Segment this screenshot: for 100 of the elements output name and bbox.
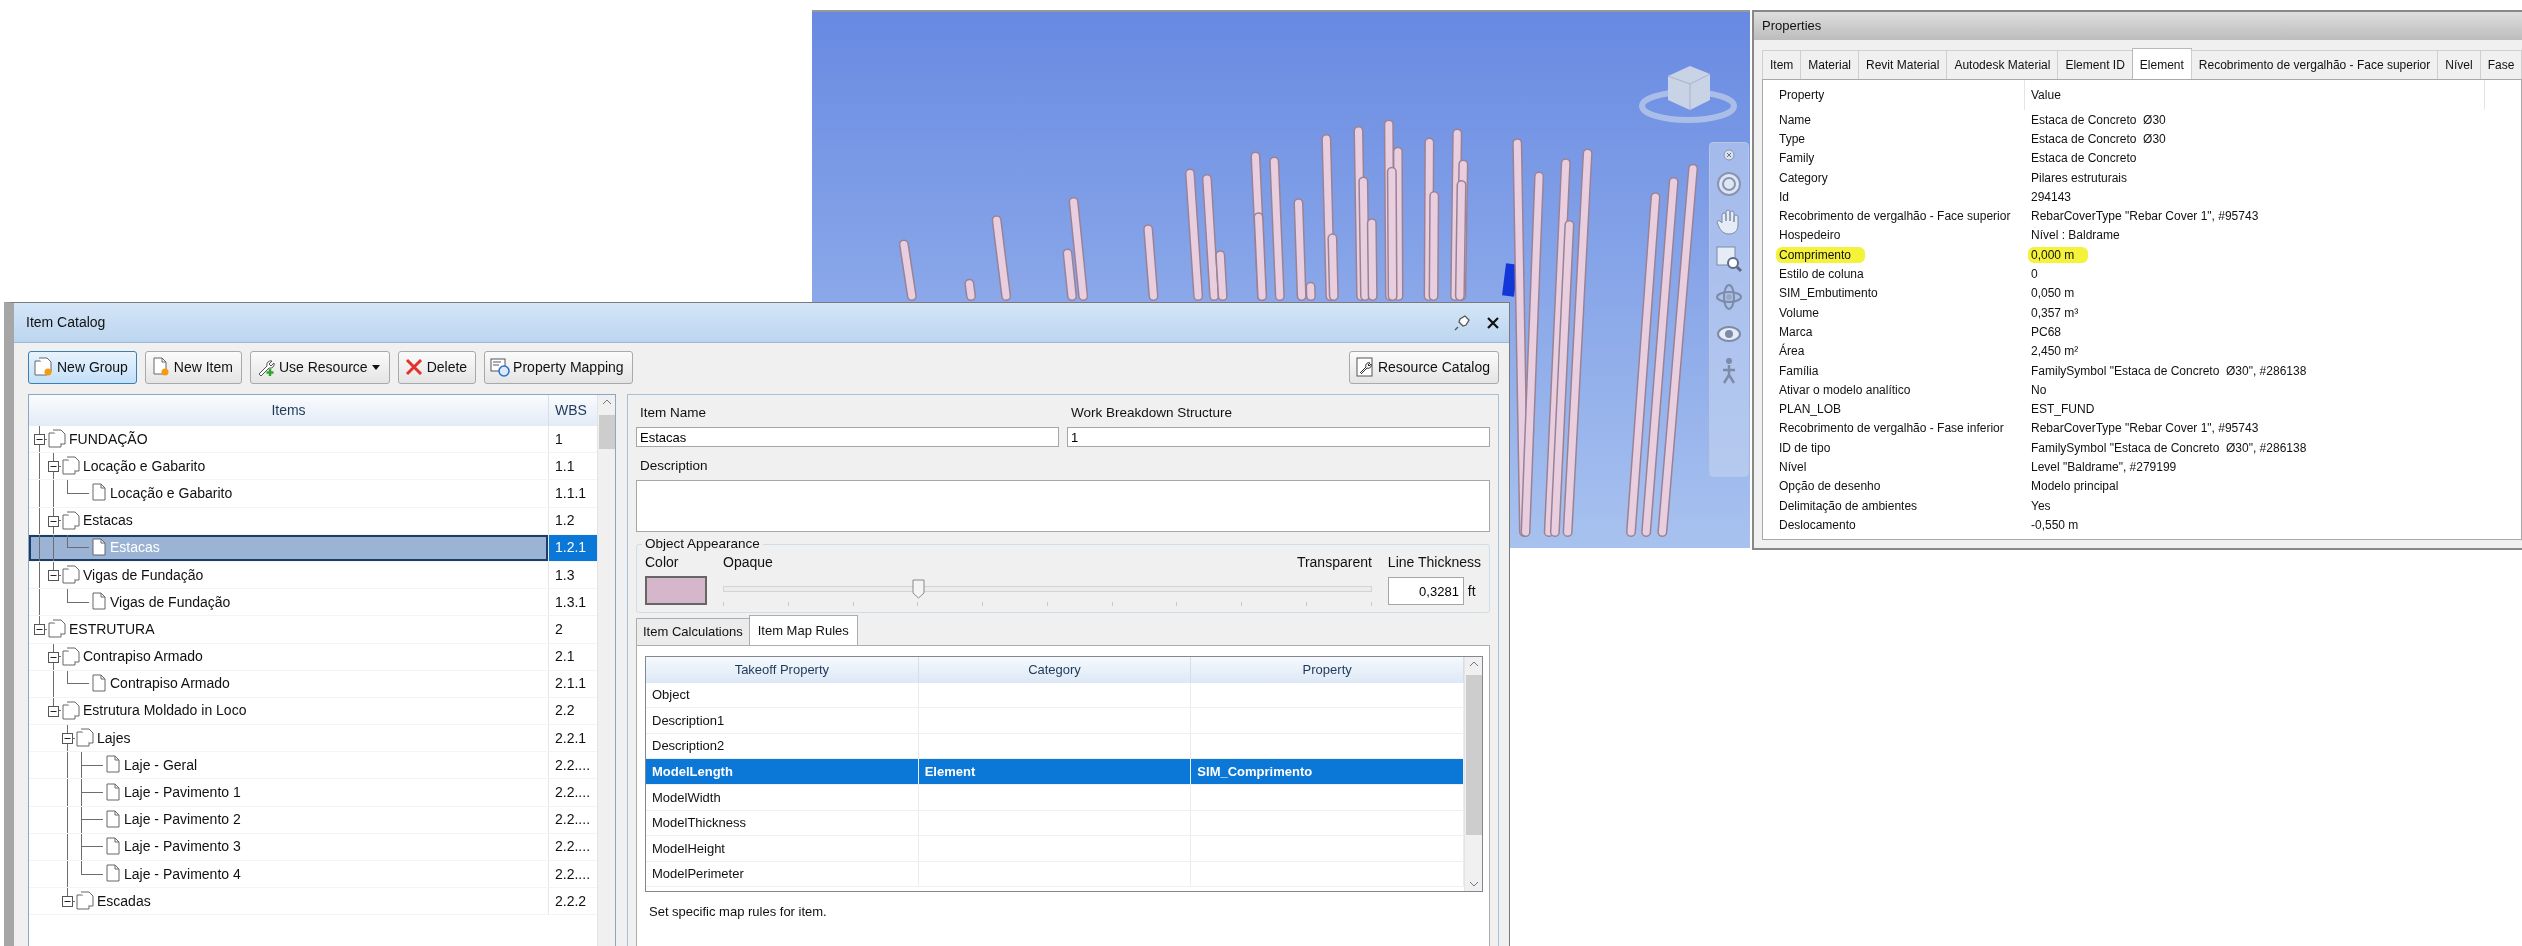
tree-row[interactable]: ESTRUTURA <box>29 616 549 643</box>
toolbar-button[interactable]: New Group <box>28 350 137 384</box>
table-row[interactable]: ModelWidth <box>646 785 1464 811</box>
table-cell-text: ModelLength <box>652 763 733 781</box>
property-value: EST_FUND <box>2031 402 2095 417</box>
collapse-toggle[interactable] <box>48 569 59 581</box>
table-cell-text: ModelWidth <box>652 788 721 807</box>
collapse-toggle[interactable] <box>34 434 45 445</box>
tab[interactable]: Fase <box>2479 50 2522 79</box>
scrollbar[interactable] <box>1464 656 1482 891</box>
tree-row[interactable]: Laje - Pavimento 2 <box>29 806 549 833</box>
scroll-thumb[interactable] <box>1465 674 1482 835</box>
pin-icon[interactable] <box>1453 313 1471 332</box>
zoom-icon[interactable] <box>1715 245 1743 273</box>
group-label: Object Appearance <box>644 536 761 553</box>
table-cell-text: SIM_Comprimento <box>1197 763 1313 781</box>
tab[interactable]: Item <box>1762 50 1802 79</box>
tree-row[interactable]: Laje - Pavimento 3 <box>29 833 549 860</box>
tree-row[interactable]: Estrutura Moldado in Loco <box>29 697 549 725</box>
field-label: Color <box>645 553 680 573</box>
table-row[interactable]: Object <box>646 682 1464 709</box>
tree-row[interactable]: Vigas de Fundação <box>29 561 549 589</box>
toolbar-button[interactable]: Property Mapping <box>484 350 633 384</box>
collapse-toggle[interactable] <box>34 624 45 636</box>
collapse-toggle[interactable] <box>62 896 73 908</box>
property-value: FamilySymbol "Estaca de Concreto Ø30", #286138 <box>2031 363 2307 378</box>
table-row[interactable]: Description1 <box>646 708 1464 734</box>
slider-thumb[interactable] <box>911 579 925 600</box>
thickness-field[interactable]: 0,3281 <box>1387 577 1464 606</box>
property-name: SIM_Embutimento <box>1779 286 1878 301</box>
input-field[interactable]: Estacas <box>636 427 1059 448</box>
collapse-toggle[interactable] <box>48 515 59 527</box>
page-icon <box>104 809 122 830</box>
steering-wheel-icon[interactable] <box>1716 171 1742 197</box>
tab[interactable]: Item Map Rules <box>748 615 858 645</box>
scroll-thumb[interactable] <box>598 415 615 449</box>
wbs-code: 1.2 <box>554 511 576 531</box>
tree-row[interactable]: Laje - Pavimento 1 <box>29 779 549 806</box>
color-swatch[interactable] <box>645 576 707 606</box>
close-icon[interactable] <box>1485 314 1501 331</box>
property-name: Name <box>1779 112 1811 127</box>
tree-row[interactable]: Lajes <box>29 725 549 752</box>
delete-icon <box>403 357 424 377</box>
tree-row[interactable]: FUNDAÇÃO <box>29 426 549 453</box>
property-name: Nível <box>1779 460 1807 474</box>
tree-row[interactable]: Contrapiso Armado <box>29 643 549 670</box>
tab[interactable]: Item Calculations <box>636 618 750 645</box>
tree-row[interactable]: Contrapiso Armado <box>29 670 549 697</box>
tree-row[interactable]: Estacas <box>29 507 549 534</box>
property-value: -0,550 m <box>2031 517 2079 532</box>
property-value: 0,000 m <box>2028 246 2089 263</box>
collapse-toggle[interactable] <box>48 705 59 717</box>
property-value: Estaca de Concreto Ø30 <box>2031 131 2166 146</box>
resource-catalog-button[interactable]: Resource Catalog <box>1348 350 1499 384</box>
page-icon <box>90 483 108 504</box>
wbs-code: 1.1 <box>554 456 576 476</box>
property-name: Volume <box>1779 305 1820 320</box>
property-name: Recobrimento de vergalhão - Fase inferior <box>1779 421 2004 436</box>
table-row[interactable]: ModelHeight <box>646 836 1464 862</box>
wbs-code: 2.2 <box>554 701 576 721</box>
tree-row[interactable]: Vigas de Fundação <box>29 589 549 616</box>
slider-label: Transparent <box>1296 553 1372 573</box>
property-value: No <box>2031 382 2047 397</box>
folder-pages-icon <box>76 728 95 749</box>
tree-row[interactable]: Escadas <box>29 888 549 915</box>
property-value: Estaca de Concreto <box>2031 151 2137 166</box>
tree-row[interactable]: Locação e Gabarito <box>29 453 549 480</box>
collapse-toggle[interactable] <box>48 461 59 473</box>
wbs-code: 2.2.... <box>554 810 592 830</box>
tab[interactable]: Recobrimento de vergalhão - Face superior <box>2190 50 2439 79</box>
input-field[interactable]: 1 <box>1067 427 1490 448</box>
tree-row[interactable]: Locação e Gabarito <box>29 480 549 507</box>
hint-text: Set specific map rules for item. <box>648 902 828 921</box>
wbs-code: 2.1 <box>554 647 576 667</box>
description-field[interactable] <box>636 480 1490 532</box>
collapse-toggle[interactable] <box>62 733 73 745</box>
property-value: Yes <box>2031 498 2051 513</box>
collapse-toggle[interactable] <box>48 651 59 663</box>
table-row[interactable]: ModelLength Element SIM_Comprimento <box>646 759 1464 786</box>
property-value: 2,450 m² <box>2031 344 2079 359</box>
page-icon <box>104 864 122 885</box>
tab[interactable]: Element <box>2131 48 2192 79</box>
toolbar-button[interactable]: New Item <box>144 350 242 384</box>
property-value: Level "Baldrame", #279199 <box>2031 460 2177 474</box>
scrollbar[interactable] <box>597 395 615 946</box>
column-header: Value <box>2025 80 2485 110</box>
toolbar-button[interactable]: Use Resource <box>249 350 390 384</box>
unit-label: ft <box>1467 581 1476 601</box>
table-cell-text: Object <box>652 686 690 705</box>
tree-row[interactable]: Laje - Geral <box>29 752 549 779</box>
slider-label: Opaque <box>723 553 773 573</box>
table-row[interactable]: ModelPerimeter <box>646 861 1464 888</box>
column-header: Category <box>918 656 1192 683</box>
tree-row[interactable]: Laje - Pavimento 4 <box>29 861 549 888</box>
table-row[interactable]: ModelThickness <box>646 810 1464 837</box>
folder-pages-icon <box>48 619 67 640</box>
hand-icon[interactable] <box>1716 207 1742 235</box>
window-title: Item Catalog <box>26 313 107 332</box>
page-icon <box>104 755 122 776</box>
toolbar-button[interactable]: Delete <box>397 350 477 384</box>
